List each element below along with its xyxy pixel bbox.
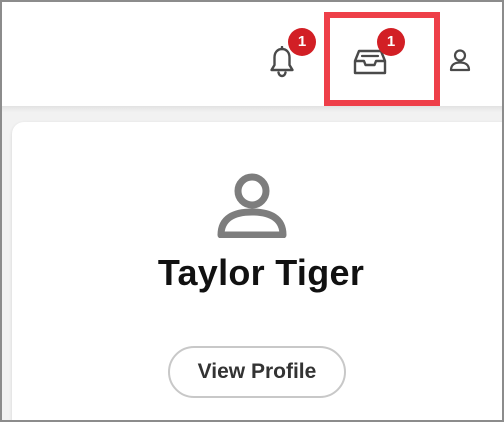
person-avatar-icon <box>217 173 287 238</box>
profile-name: Taylor Tiger <box>157 252 365 293</box>
notifications-badge: 1 <box>288 28 316 56</box>
app-window: 1 1 Taylor Tiger View Profile <box>0 0 504 422</box>
account-button[interactable] <box>442 42 478 78</box>
header-divider <box>2 106 502 112</box>
inbox-highlight-box <box>324 12 440 106</box>
user-icon <box>449 49 471 72</box>
view-profile-button[interactable]: View Profile <box>168 346 346 398</box>
